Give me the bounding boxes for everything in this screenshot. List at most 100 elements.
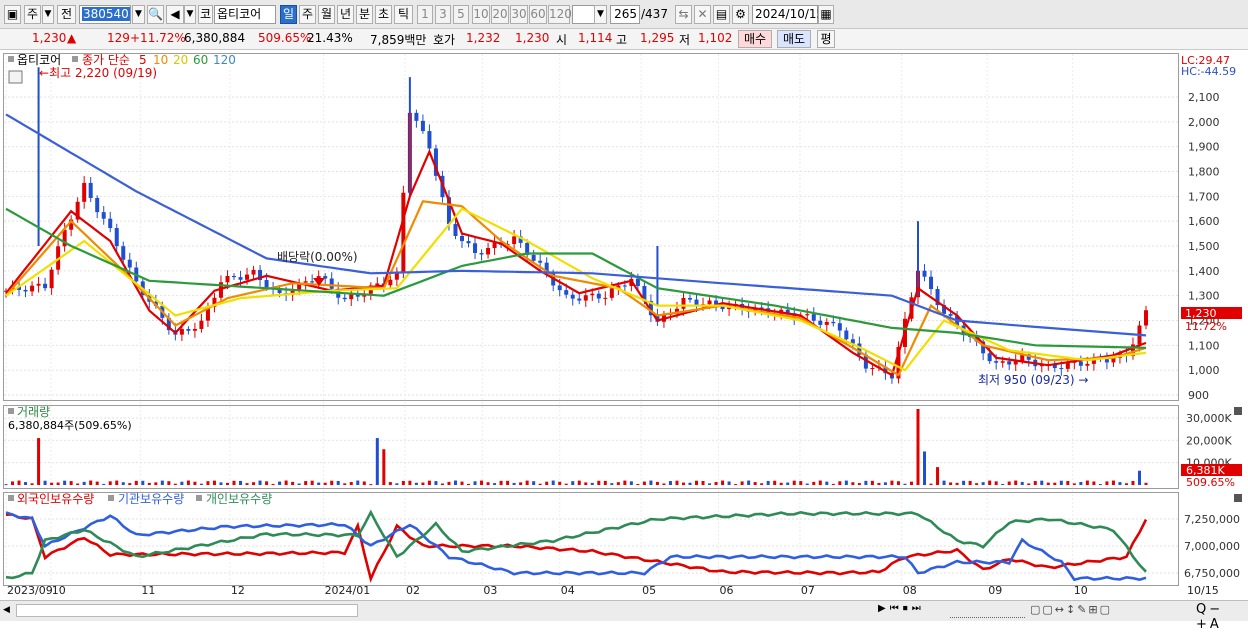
chart-settings-icon[interactable]: ▣ <box>4 5 21 24</box>
price-candle-body <box>837 323 842 331</box>
tab-period-tick[interactable]: 틱 <box>394 5 413 24</box>
volume-bar <box>134 480 138 485</box>
speaker-icon[interactable]: ◀ <box>166 5 184 24</box>
price-candle-body <box>88 182 93 198</box>
volume-bar <box>330 480 334 485</box>
price-candle-body <box>987 353 992 362</box>
volume-bar <box>1027 483 1031 485</box>
volume-bar <box>473 481 477 485</box>
price-candle-body <box>30 285 35 292</box>
x-axis-label: 10 <box>1074 584 1088 597</box>
volume-bar <box>43 480 47 485</box>
volume-bar <box>206 481 210 485</box>
market-selector[interactable]: 주 <box>24 5 41 24</box>
turnover-percent: 21.43% <box>307 31 353 45</box>
volume-bar <box>1020 481 1024 485</box>
price-panel-frame <box>3 53 1179 401</box>
volume-bar <box>141 480 145 485</box>
zoom-icons[interactable]: Q−+A <box>1196 602 1248 632</box>
volume-bar <box>968 480 972 485</box>
volume-bar <box>929 483 933 485</box>
price-candle-body <box>818 320 823 325</box>
calendar-icon[interactable]: ▦ <box>818 5 834 24</box>
volume-bar <box>766 480 770 485</box>
volume-panel-close-icon[interactable] <box>1234 407 1242 415</box>
scroll-thumb[interactable] <box>16 604 358 617</box>
volume-bar <box>480 480 484 485</box>
price-candle-body <box>564 290 569 295</box>
buy-button[interactable]: 매수 <box>738 30 772 48</box>
interval-3[interactable]: 3 <box>435 5 451 24</box>
tab-period-week[interactable]: 주 <box>299 5 316 24</box>
link-icon[interactable]: ⇆ <box>675 5 692 24</box>
volume-bar <box>734 484 738 486</box>
holding-y-tick: 7,000,000 <box>1184 540 1240 553</box>
holding-line-2 <box>5 509 1147 580</box>
sell-button[interactable]: 매도 <box>777 30 811 48</box>
stock-name-field[interactable]: 옵티코어 <box>214 5 276 24</box>
price-candle-body <box>349 294 354 300</box>
playback-controls[interactable]: ▶⏮⏹⏭ <box>878 603 925 614</box>
interval-20[interactable]: 20 <box>491 5 509 24</box>
x-axis-label: 06 <box>720 584 734 597</box>
interval-10[interactable]: 10 <box>472 5 490 24</box>
volume-bar <box>792 480 796 485</box>
volume-bar <box>225 482 229 485</box>
code-dropdown-icon[interactable]: ▼ <box>132 5 145 24</box>
volume-bar <box>265 481 269 485</box>
volume-bar <box>76 483 80 485</box>
scroll-left-icon[interactable]: ◀ <box>3 604 15 617</box>
gear-icon[interactable]: ⚙ <box>732 5 749 24</box>
price-candle-body <box>1000 361 1005 363</box>
sound-dropdown-icon[interactable]: ▼ <box>184 5 196 24</box>
volume-bar <box>740 481 744 485</box>
volume-bar <box>629 481 633 485</box>
volume-bar <box>310 480 314 485</box>
table-icon[interactable] <box>8 70 23 84</box>
open-price: 1,114 <box>578 31 613 45</box>
high-price: 1,295 <box>640 31 675 45</box>
stock-chart[interactable]: 2,100 2,000 1,900 1,800 1,700 1,600 1,500 1,400… <box>0 50 1248 600</box>
holding-panel-close-icon[interactable] <box>1234 494 1242 502</box>
price-y-tick: 900 <box>1188 389 1209 402</box>
interval-5[interactable]: 5 <box>453 5 469 24</box>
volume-bar <box>30 483 34 485</box>
price-candle-body <box>264 280 269 288</box>
interval-30[interactable]: 30 <box>510 5 528 24</box>
price-candle-body <box>460 235 464 242</box>
interval-1[interactable]: 1 <box>417 5 433 24</box>
stock-code-input[interactable]: 380540 <box>79 5 131 24</box>
tool-icons[interactable]: ▢▢↔↕✎⊞▢ <box>1030 603 1112 616</box>
zoom-slider[interactable] <box>950 603 1025 618</box>
date-input[interactable]: 2024/10/15 <box>752 5 824 24</box>
avg-button[interactable]: 평 <box>817 30 835 48</box>
volume-bar <box>447 481 451 485</box>
volume-bar <box>199 483 203 485</box>
volume-bar <box>890 480 894 485</box>
tab-period-day[interactable]: 일 <box>280 5 297 24</box>
save-icon[interactable]: ▤ <box>713 5 730 24</box>
price-candle-body <box>1104 359 1109 363</box>
interval-dropdown-icon[interactable]: ▼ <box>594 5 607 24</box>
price-candle-body <box>473 243 478 254</box>
price-candle-body <box>108 218 113 229</box>
price-candle-body <box>831 321 836 324</box>
volume-bar <box>721 480 725 485</box>
volume-bar <box>558 481 562 485</box>
tab-period-minute[interactable]: 분 <box>356 5 373 24</box>
bar-count-input[interactable]: 265 <box>610 5 640 24</box>
price-y-tick: 1,100 <box>1188 339 1220 352</box>
tab-period-second[interactable]: 초 <box>375 5 392 24</box>
volume-bar <box>584 482 588 485</box>
search-icon[interactable]: 🔍 <box>147 5 164 24</box>
price-y-tick: 1,300 <box>1188 290 1220 303</box>
tab-period-year[interactable]: 년 <box>337 5 354 24</box>
crosshair-icon[interactable]: ✕ <box>694 5 711 24</box>
volume-bar <box>56 482 60 485</box>
market-dropdown-icon[interactable]: ▼ <box>42 5 54 24</box>
interval-60[interactable]: 60 <box>529 5 547 24</box>
interval-120[interactable]: 120 <box>548 5 572 24</box>
tab-period-month[interactable]: 월 <box>318 5 335 24</box>
volume-bar <box>760 483 764 485</box>
prev-button[interactable]: 전 <box>57 5 76 24</box>
